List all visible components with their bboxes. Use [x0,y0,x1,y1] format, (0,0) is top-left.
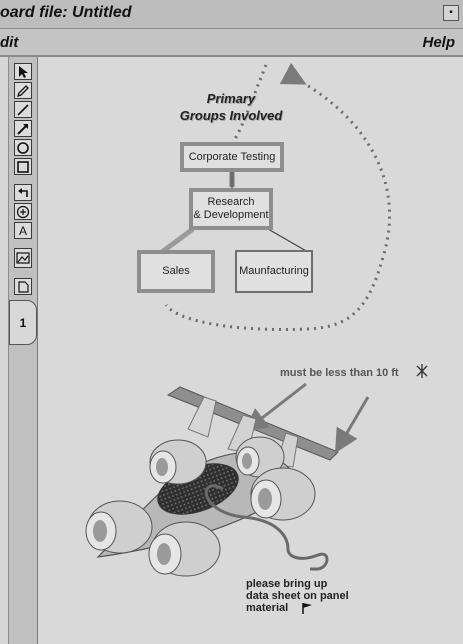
menu-bar: dit Help [0,29,463,57]
panel-annotation-line: data sheet on panel [246,590,349,602]
rectangle-icon[interactable] [14,158,32,175]
menu-help[interactable]: Help [422,34,455,51]
text-tool-icon[interactable]: A [14,222,32,239]
note-page-icon[interactable] [14,278,32,295]
node-label-line: Research [207,196,255,208]
node-label: Corporate Testing [188,150,276,163]
node-label: Maunfacturing [239,265,309,277]
tool-palette: A [9,57,38,644]
image-import-icon[interactable] [14,248,32,268]
window-menu-button[interactable]: ▪ [443,5,459,21]
whiteboard-canvas[interactable]: Primary Groups Involved Corporate Testin… [38,57,463,644]
menu-edit[interactable]: dit [0,34,18,51]
pencil-icon[interactable] [14,82,32,99]
annotation-arrow [243,382,307,433]
connector-line [267,228,309,253]
panel-annotation-line: please bring up [246,578,328,590]
node-corporate-testing[interactable]: Corporate Testing [180,142,284,172]
flag-icon [300,601,314,615]
engine-pod [85,500,153,554]
engine-pod [250,467,316,521]
line-icon[interactable] [14,101,32,118]
annotation-arrow [334,396,370,454]
node-label: Sales [162,265,190,277]
node-research-development[interactable]: Research & Development [189,188,273,230]
stamp-icon[interactable] [14,203,32,220]
node-sales[interactable]: Sales [137,250,215,293]
panel-annotation: please bring up data sheet on panel mate… [246,578,349,614]
title-bar: oard file: Untitled ▪ [0,0,463,29]
window-title: oard file: Untitled [0,4,132,21]
arrow-line-icon[interactable] [14,120,32,137]
node-label: Research & Development [193,196,268,222]
undo-icon[interactable] [14,184,32,201]
node-manufacturing[interactable]: Maunfacturing [235,250,313,293]
engine-pod [149,439,207,485]
diagram-heading-line2: Groups Involved [179,108,283,123]
circle-icon[interactable] [14,139,32,156]
pointer-arrow-icon[interactable] [14,63,32,80]
node-label-line: & Development [193,209,269,221]
left-edge-strip [0,57,9,644]
diagram-heading-line1: Primary [206,91,256,106]
connector-line [160,226,195,255]
page-tab-1[interactable]: 1 [9,300,37,345]
panel-annotation-line: material [246,602,289,614]
length-annotation: must be less than 10 ft [280,367,399,379]
pushpin-icon [414,363,430,379]
